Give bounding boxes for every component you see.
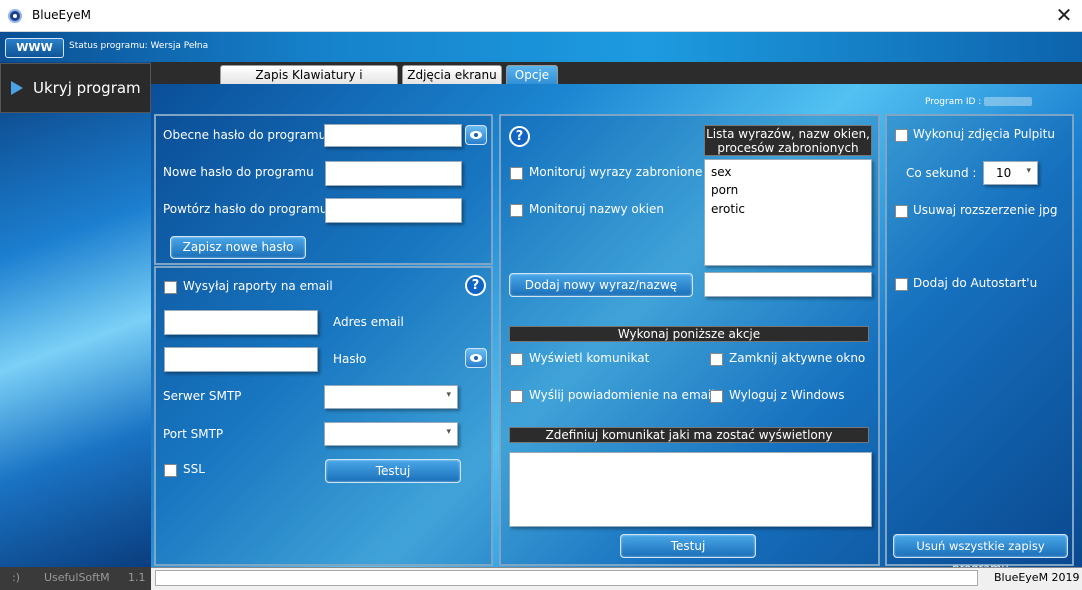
interval-value: 10 xyxy=(996,166,1012,180)
email-password-label: Hasło xyxy=(333,352,367,366)
company-name: UsefulSoftM xyxy=(44,571,110,584)
monitor-words-label: Monitoruj wyrazy zabronione xyxy=(529,165,703,179)
tab-options[interactable]: Opcje xyxy=(506,65,558,85)
sidebar xyxy=(0,62,151,570)
monitor-windows-checkbox[interactable] xyxy=(510,204,523,217)
autostart-label: Dodaj do Autostart'u xyxy=(913,276,1038,290)
close-window-checkbox[interactable] xyxy=(710,353,723,366)
show-message-label: Wyświetl komunikat xyxy=(529,351,650,365)
save-password-button[interactable]: Zapisz nowe hasło xyxy=(170,236,306,259)
send-email-label: Wyślij powiadomienie na email xyxy=(529,388,715,402)
title-bar xyxy=(0,0,1082,32)
eye-icon[interactable] xyxy=(465,348,487,368)
monitor-words-checkbox[interactable] xyxy=(510,167,523,180)
repeat-password-label: Powtórz hasło do programu xyxy=(163,202,328,216)
www-button[interactable]: WWW xyxy=(5,38,64,58)
chevron-down-icon: ▾ xyxy=(446,427,451,437)
program-id-label: Program ID : xyxy=(925,97,982,107)
send-reports-checkbox[interactable] xyxy=(164,281,177,294)
take-screenshots-checkbox[interactable] xyxy=(895,129,908,142)
monitor-windows-label: Monitoruj nazwy okien xyxy=(529,202,664,216)
actions-header: Wykonaj poniższe akcje xyxy=(509,326,869,342)
new-password-label: Nowe hasło do programu xyxy=(163,165,314,179)
add-word-button[interactable]: Dodaj nowy wyraz/nazwę xyxy=(509,273,693,297)
smtp-server-select[interactable]: ▾ xyxy=(324,385,458,409)
send-reports-label: Wysyłaj raporty na email xyxy=(183,279,333,293)
screenshot-panel xyxy=(885,114,1074,566)
smiley-text: :) xyxy=(12,571,20,584)
smtp-server-label: Serwer SMTP xyxy=(163,389,242,403)
new-word-field[interactable] xyxy=(704,272,872,297)
smtp-port-label: Port SMTP xyxy=(163,427,224,441)
list-item[interactable]: sex xyxy=(711,165,732,179)
take-screenshots-label: Wykonuj zdjęcia Pulpitu xyxy=(913,127,1055,141)
interval-select[interactable]: 10 ▾ xyxy=(983,161,1038,185)
chevron-down-icon: ▾ xyxy=(1026,166,1031,176)
smtp-port-select[interactable]: ▾ xyxy=(324,422,458,446)
help-icon[interactable]: ? xyxy=(465,275,486,296)
delete-all-records-button[interactable]: Usuń wszystkie zapisy programu xyxy=(893,534,1068,575)
email-test-button[interactable]: Testuj xyxy=(325,459,461,483)
hide-program-label: Ukryj program xyxy=(33,79,141,97)
send-email-checkbox[interactable] xyxy=(510,390,523,403)
ssl-label: SSL xyxy=(183,462,205,476)
autostart-checkbox[interactable] xyxy=(895,278,908,291)
message-textarea[interactable] xyxy=(509,452,872,527)
current-password-label: Obecne hasło do programu xyxy=(163,128,327,142)
chevron-down-icon: ▾ xyxy=(446,390,451,400)
tab-screenshots[interactable]: Zdjęcia ekranu xyxy=(402,65,502,85)
email-address-field[interactable] xyxy=(164,310,318,335)
play-arrow-icon xyxy=(11,81,23,95)
ssl-checkbox[interactable] xyxy=(164,464,177,477)
sidebar-footer: :) UsefulSoftM 1.1 xyxy=(0,567,151,590)
list-item[interactable]: porn xyxy=(711,183,738,197)
current-password-field[interactable] xyxy=(324,124,462,147)
version-number: 1.1 xyxy=(128,571,146,584)
forbidden-list-header: Lista wyrazów, nazw okien, procesów zabr… xyxy=(704,125,872,156)
remove-extension-label: Usuwaj rozszerzenie jpg xyxy=(913,203,1058,217)
status-text: Status programu: Wersja Pełna xyxy=(69,41,209,51)
app-eye-icon xyxy=(8,9,22,23)
remove-extension-checkbox[interactable] xyxy=(895,205,908,218)
forbidden-words-list[interactable]: sex porn erotic xyxy=(704,159,872,266)
window-title: BlueEyeM xyxy=(32,8,91,22)
message-test-button[interactable]: Testuj xyxy=(620,534,756,558)
logout-label: Wyloguj z Windows xyxy=(729,388,845,402)
help-icon[interactable]: ? xyxy=(509,126,530,147)
tab-keyboard-programs[interactable]: Zapis Klawiatury i programów xyxy=(220,65,398,100)
show-message-checkbox[interactable] xyxy=(510,353,523,366)
list-item[interactable]: erotic xyxy=(711,202,745,216)
program-id-value-redacted xyxy=(984,97,1032,106)
message-header: Zdefiniuj komunikat jaki ma zostać wyświ… xyxy=(509,427,869,443)
email-address-label: Adres email xyxy=(333,315,404,329)
repeat-password-field[interactable] xyxy=(325,198,462,223)
bottom-status-field xyxy=(155,570,978,586)
close-window-label: Zamknij aktywne okno xyxy=(729,351,866,365)
email-password-field[interactable] xyxy=(164,347,318,372)
footer-brand: BlueEyeM 2019 xyxy=(994,571,1080,584)
logout-checkbox[interactable] xyxy=(710,390,723,403)
interval-label: Co sekund : xyxy=(906,166,977,180)
new-password-field[interactable] xyxy=(325,161,462,186)
eye-icon[interactable] xyxy=(465,125,487,145)
close-icon[interactable]: ✕ xyxy=(1050,3,1078,29)
